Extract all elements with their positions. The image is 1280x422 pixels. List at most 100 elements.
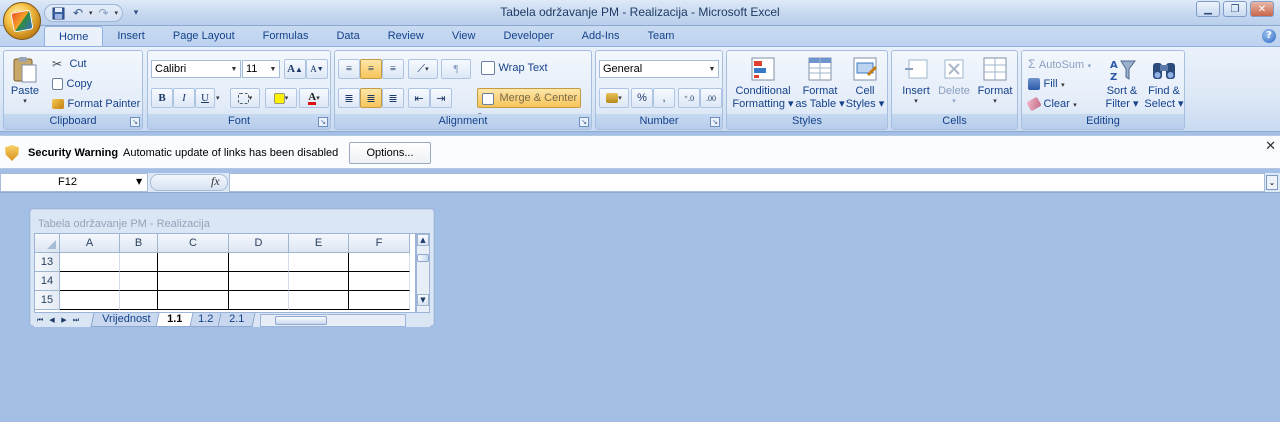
paste-dropdown-icon[interactable]: ▾ <box>23 97 27 105</box>
prev-sheet-icon[interactable]: ◀ <box>46 316 58 324</box>
align-middle-icon[interactable]: ≡ <box>360 59 382 79</box>
column-header[interactable]: C <box>158 234 229 253</box>
cell[interactable] <box>289 291 349 310</box>
sheet-tab-2-1[interactable]: 2.1 <box>217 313 256 327</box>
insert-function-icon[interactable]: fx <box>211 174 220 189</box>
column-header[interactable]: D <box>229 234 289 253</box>
vertical-scrollbar[interactable]: ▲ ▼ <box>416 233 430 313</box>
cell[interactable] <box>120 272 158 291</box>
orientation-button[interactable]: ⟋ ▾ <box>408 59 438 79</box>
delete-cells-button[interactable]: Delete ▾ <box>936 55 972 105</box>
cell[interactable] <box>229 291 289 310</box>
comma-button[interactable]: , <box>653 88 675 108</box>
cut-button[interactable]: ✂ Cut <box>52 57 87 71</box>
tab-review[interactable]: Review <box>374 26 438 46</box>
decrease-indent-icon[interactable]: ⇤ <box>408 88 430 108</box>
last-sheet-icon[interactable]: ⏭ <box>70 316 82 325</box>
cell[interactable] <box>60 272 120 291</box>
font-launcher-icon[interactable]: ↘ <box>318 117 328 127</box>
column-header[interactable]: F <box>349 234 410 253</box>
row-header[interactable]: 13 <box>35 253 60 272</box>
borders-button[interactable]: ▾ <box>230 88 260 108</box>
font-size-select[interactable]: 11 ▼ <box>242 60 280 78</box>
horizontal-scroll-thumb[interactable] <box>275 315 328 325</box>
cell[interactable] <box>158 291 229 310</box>
tab-page-layout[interactable]: Page Layout <box>159 26 249 46</box>
row-header[interactable]: 15 <box>35 291 60 310</box>
next-sheet-icon[interactable]: ▶ <box>58 316 70 324</box>
find-select-button[interactable]: Find & Select ▾ <box>1144 55 1184 110</box>
grow-font-button[interactable]: A ▲ <box>284 59 306 79</box>
options-button[interactable]: Options... <box>349 142 431 164</box>
tab-insert[interactable]: Insert <box>103 26 159 46</box>
select-all-corner[interactable] <box>35 234 60 253</box>
font-color-button[interactable]: A ▾ <box>299 88 329 108</box>
office-button[interactable] <box>3 2 41 40</box>
cell[interactable] <box>289 253 349 272</box>
underline-dropdown-icon[interactable]: ▾ <box>216 94 220 102</box>
first-sheet-icon[interactable]: ⏮ <box>34 316 46 325</box>
cell[interactable] <box>349 253 410 272</box>
cell[interactable] <box>120 291 158 310</box>
align-center-icon[interactable]: ≣ <box>360 88 382 108</box>
clipboard-launcher-icon[interactable]: ↘ <box>130 117 140 127</box>
cell[interactable] <box>158 253 229 272</box>
cell[interactable] <box>120 253 158 272</box>
clear-button[interactable]: Clear ▾ <box>1026 96 1077 112</box>
number-format-select[interactable]: General ▼ <box>599 60 719 78</box>
tab-add-ins[interactable]: Add-Ins <box>568 26 634 46</box>
tab-team[interactable]: Team <box>634 26 689 46</box>
scroll-up-icon[interactable]: ▲ <box>417 234 429 246</box>
alignment-launcher-icon[interactable]: ↘ <box>579 117 589 127</box>
number-launcher-icon[interactable]: ↘ <box>710 117 720 127</box>
sheet-tab-vrijednost[interactable]: Vrijednost <box>90 313 163 327</box>
cell[interactable] <box>289 272 349 291</box>
tab-data[interactable]: Data <box>322 26 373 46</box>
tab-formulas[interactable]: Formulas <box>249 26 323 46</box>
cell[interactable] <box>229 272 289 291</box>
expand-formula-bar-icon[interactable]: ⌄ <box>1266 175 1278 190</box>
autosum-button[interactable]: Σ AutoSum ▾ <box>1028 57 1091 71</box>
currency-button[interactable]: ▾ <box>599 88 629 108</box>
fill-color-button[interactable]: ▾ <box>265 88 297 108</box>
column-header[interactable]: E <box>289 234 349 253</box>
percent-button[interactable]: % <box>631 88 653 108</box>
scroll-down-icon[interactable]: ▼ <box>417 294 429 306</box>
text-direction-icon[interactable]: ¶ <box>441 59 471 79</box>
format-painter-button[interactable]: Format Painter <box>52 97 140 110</box>
increase-decimal-icon[interactable]: ⁺.0 <box>678 88 700 108</box>
cell[interactable] <box>60 253 120 272</box>
shrink-font-button[interactable]: A ▼ <box>306 59 328 79</box>
close-icon[interactable]: ✕ <box>1250 1 1274 17</box>
spreadsheet-grid[interactable]: A B C D E F 13 14 15 <box>34 233 416 313</box>
format-as-table-button[interactable]: Format as Table ▾ <box>795 55 845 110</box>
cell[interactable] <box>60 291 120 310</box>
cell[interactable] <box>229 253 289 272</box>
font-name-select[interactable]: Calibri ▼ <box>151 60 241 78</box>
wrap-text-button[interactable]: Wrap Text <box>481 61 548 75</box>
underline-button[interactable]: U <box>195 88 215 108</box>
tab-view[interactable]: View <box>438 26 490 46</box>
tab-home[interactable]: Home <box>44 26 104 46</box>
sort-filter-button[interactable]: AZ Sort & Filter ▾ <box>1102 55 1142 110</box>
cell[interactable] <box>349 291 410 310</box>
align-left-icon[interactable]: ≣ <box>338 88 360 108</box>
close-icon[interactable]: ✕ <box>1265 139 1276 154</box>
cell[interactable] <box>158 272 229 291</box>
minimize-icon[interactable]: ▁ <box>1196 1 1220 17</box>
formula-input[interactable] <box>229 173 1265 192</box>
format-cells-button[interactable]: Format ▾ <box>976 55 1014 105</box>
fill-button[interactable]: Fill ▾ <box>1028 77 1065 90</box>
decrease-decimal-icon[interactable]: .00 <box>700 88 722 108</box>
insert-cells-button[interactable]: Insert ▾ <box>898 55 934 105</box>
column-header[interactable]: B <box>120 234 158 253</box>
merge-center-button[interactable]: Merge & Center ▾ <box>477 88 581 119</box>
horizontal-scrollbar[interactable] <box>260 313 407 327</box>
cell-styles-button[interactable]: Cell Styles ▾ <box>845 55 885 110</box>
increase-indent-icon[interactable]: ⇥ <box>430 88 452 108</box>
bold-button[interactable]: B <box>151 88 173 108</box>
paste-button[interactable]: Paste ▾ <box>10 55 40 105</box>
align-right-icon[interactable]: ≣ <box>382 88 404 108</box>
align-top-icon[interactable]: ≡ <box>338 59 360 79</box>
column-header[interactable]: A <box>60 234 120 253</box>
